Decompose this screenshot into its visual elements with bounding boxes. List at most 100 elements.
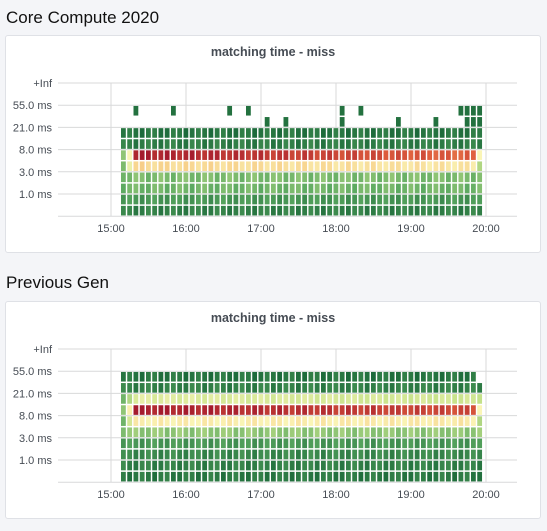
heatmap-cell [371,438,376,449]
heatmap-cell [464,371,470,382]
heatmap-cell [377,194,383,205]
heatmap-cell [352,394,358,404]
x-tick-label: 17:00 [247,489,275,501]
heatmap-cell [289,383,295,393]
heatmap-cell [246,161,251,172]
heatmap-cell [189,449,195,460]
heatmap-cell [333,394,339,404]
heatmap-cell [327,471,333,482]
heatmap-cell [127,194,133,205]
heatmap-cell [152,194,158,205]
heatmap-cell [252,416,258,426]
heatmap-cell [289,438,295,449]
heatmap-cell [189,161,195,172]
heatmap-cell [396,471,401,482]
heatmap-cell [164,383,170,393]
heatmap-cell [452,194,458,205]
heatmap-cell [202,194,208,205]
heatmap-cell [446,139,451,149]
heatmap-cell [458,427,464,438]
heatmap-cell [246,427,251,438]
heatmap-cell [377,161,383,172]
heatmap-cell [277,371,283,382]
heatmap-cell [396,394,401,404]
heatmap-cell [327,128,333,138]
heatmap-cell [252,150,258,160]
heatmap-cell [258,438,264,449]
heatmap-cell [439,449,445,460]
heatmap-cell [164,371,170,382]
heatmap-cell [389,383,395,393]
heatmap-cell [321,172,326,183]
heatmap-cell [352,194,358,205]
heatmap-cell [414,183,420,194]
heatmap-cell [421,460,426,471]
heatmap-cell [127,449,133,460]
heatmap-cell [314,150,320,160]
heatmap-panel-previous-gen[interactable]: matching time - miss +Inf 55.0 ms 21.0 ms 8… [5,301,541,519]
heatmap-cell [208,438,214,449]
heatmap-cell [396,172,401,183]
y-tick-label: 8.0 ms [19,145,53,157]
heatmap-cell [233,194,239,205]
heatmap-cell [196,150,201,160]
heatmap-cell [333,438,339,449]
heatmap-cell [421,128,426,138]
heatmap-cell [264,371,270,382]
heatmap-cell [127,172,133,183]
heatmap-cell [146,427,151,438]
heatmap-cell [389,161,395,172]
heatmap-cell [164,460,170,471]
heatmap-cell [408,205,414,216]
heatmap-panel-core-compute[interactable]: matching time - miss +Inf 55.0 ms 21.0 ms 8… [5,35,541,253]
heatmap-cell [333,205,339,216]
heatmap-cell [371,172,376,183]
heatmap-cell [189,394,195,404]
heatmap-cell [308,427,314,438]
heatmap-cell [133,105,139,116]
heatmap-cell [414,128,420,138]
heatmap-cell [402,427,408,438]
heatmap-cell [264,150,270,160]
heatmap-cell [408,371,414,382]
y-tick-label: 3.0 ms [19,433,53,445]
heatmap-cell [246,383,251,393]
heatmap-cell [302,449,308,460]
heatmap-cell [358,405,364,415]
heatmap-cell [239,183,245,194]
heatmap-cell [421,394,426,404]
heatmap-cell [177,194,183,205]
heatmap-cell [239,161,245,172]
heatmap-cell [477,161,483,172]
heatmap-cell [302,383,308,393]
heatmap-cell [152,427,158,438]
heatmap-cell [408,460,414,471]
heatmap-cell [364,172,370,183]
heatmap-cell [358,183,364,194]
heatmap-cell [158,205,164,216]
heatmap-cell [446,161,451,172]
heatmap-cell [121,150,126,160]
heatmap-cell [221,371,226,382]
heatmap-cell [358,449,364,460]
heatmap-cell [346,438,351,449]
heatmap-cell [439,383,445,393]
heatmap-cell [333,383,339,393]
y-tick-label: 21.0 ms [13,388,53,400]
heatmap-cell [183,194,189,205]
heatmap-cell [314,405,320,415]
heatmap-cell [364,394,370,404]
heatmap-cell [233,383,239,393]
heatmap-cell [139,161,145,172]
heatmap-cell [139,128,145,138]
heatmap-cell [333,449,339,460]
heatmap-cell [377,460,383,471]
heatmap-cell [146,183,151,194]
heatmap-cell [239,139,245,149]
heatmap-cell [177,383,183,393]
heatmap-cell [314,161,320,172]
heatmap-cell [471,117,476,127]
heatmap-cell [402,128,408,138]
heatmap-cell [408,161,414,172]
heatmap-cell [358,172,364,183]
